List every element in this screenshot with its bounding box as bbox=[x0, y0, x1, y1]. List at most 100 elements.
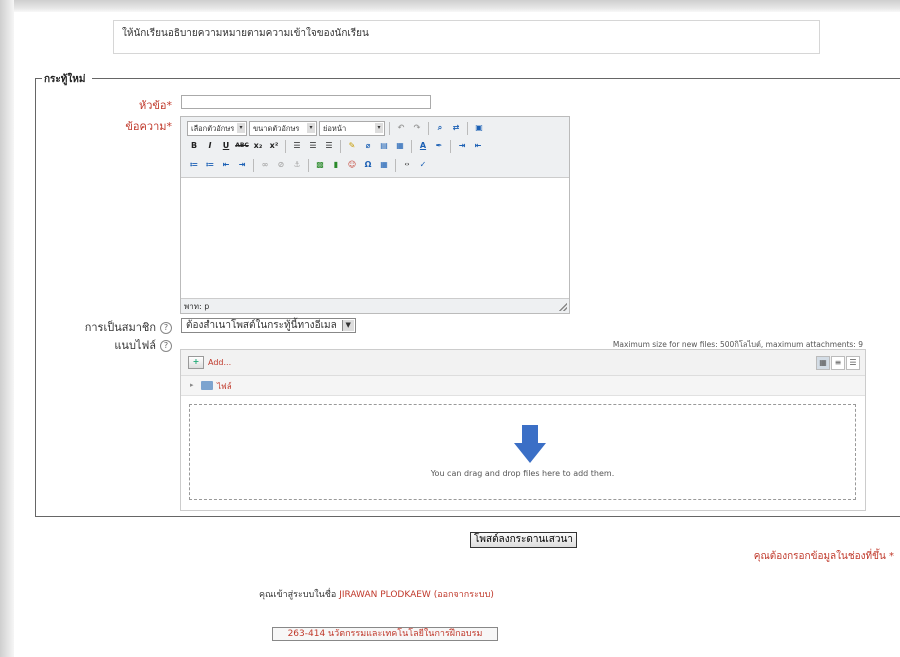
superscript-icon[interactable]: x² bbox=[267, 139, 281, 153]
resize-handle-icon[interactable] bbox=[559, 303, 567, 311]
bullet-list-icon[interactable]: ≔ bbox=[187, 158, 201, 172]
list-view-icon[interactable]: ≡ bbox=[831, 356, 845, 370]
file-drop-zone[interactable]: You can drag and drop files here to add … bbox=[189, 404, 856, 500]
help-icon[interactable]: ? bbox=[160, 340, 172, 352]
remove-format-icon[interactable]: ⌀ bbox=[361, 139, 375, 153]
replace-icon[interactable]: ⇄ bbox=[449, 121, 463, 135]
logout-link[interactable]: (ออกจากระบบ) bbox=[434, 590, 494, 600]
user-profile-link[interactable]: JIRAWAN PLODKAEW bbox=[339, 590, 431, 600]
required-mark: * bbox=[166, 120, 173, 133]
spellcheck-icon[interactable]: ✓ bbox=[416, 158, 430, 172]
subscription-label: การเป็นสมาชิก? bbox=[60, 318, 172, 336]
link-icon[interactable]: ∞ bbox=[258, 158, 272, 172]
format-select[interactable]: ย่อหน้า ▾ bbox=[319, 120, 385, 136]
fullscreen-icon[interactable]: ▣ bbox=[472, 121, 486, 135]
help-icon[interactable]: ? bbox=[160, 322, 172, 334]
message-label: ข้อความ* bbox=[100, 117, 172, 135]
toolbar-separator bbox=[389, 121, 390, 135]
editor-statusbar: พาท: p bbox=[181, 298, 569, 313]
file-picker-path: ▸ ไฟล์ bbox=[181, 376, 865, 396]
font-family-value: เลือกตัวอักษร bbox=[191, 123, 235, 133]
editor-toolbar-row-2: B I U ABC x₂ x² ☰ ☰ ☰ ✎ ⌀ ▤ ▦ A ✒ ⇥ ⇤ bbox=[187, 138, 485, 154]
subscription-value: ต้องสำเนาโพสต์ในกระทู้นี้ทางอีเมล bbox=[186, 320, 337, 331]
editor-toolbar: เลือกตัวอักษร ▾ ขนาดตัวอักษร ▾ ย่อหน้า ▾ ↶ … bbox=[181, 117, 569, 178]
toolbar-separator bbox=[428, 121, 429, 135]
chevron-down-icon: ▾ bbox=[375, 122, 383, 133]
chevron-right-icon: ▸ bbox=[190, 381, 194, 389]
rtl-icon[interactable]: ⇤ bbox=[471, 139, 485, 153]
course-home-button[interactable]: 263-414 นวัตกรรมและเทคโนโลยีในการฝึกอบรม bbox=[272, 627, 498, 641]
fieldset-border bbox=[35, 78, 42, 79]
file-picker: + Add... ▦ ≡ ☰ ▸ ไฟล์ You can drag and d… bbox=[180, 349, 866, 511]
underline-icon[interactable]: U bbox=[219, 139, 233, 153]
numbered-list-icon[interactable]: ≔ bbox=[203, 158, 217, 172]
folder-name-link[interactable]: ไฟล์ bbox=[217, 380, 232, 393]
special-char-icon[interactable]: Ω bbox=[361, 158, 375, 172]
strikethrough-icon[interactable]: ABC bbox=[235, 139, 249, 153]
toolbar-separator bbox=[411, 139, 412, 153]
italic-icon[interactable]: I bbox=[203, 139, 217, 153]
align-right-icon[interactable]: ☰ bbox=[322, 139, 336, 153]
subscription-select[interactable]: ต้องสำเนาโพสต์ในกระทู้นี้ทางอีเมล ▼ bbox=[181, 318, 356, 333]
bold-icon[interactable]: B bbox=[187, 139, 201, 153]
required-mark: * bbox=[166, 99, 173, 112]
toolbar-separator bbox=[285, 139, 286, 153]
add-file-button[interactable]: + Add... bbox=[188, 356, 231, 369]
window-frame-top bbox=[0, 0, 900, 12]
window-frame-left bbox=[0, 0, 14, 657]
html-icon[interactable]: ‹› bbox=[400, 158, 414, 172]
tree-view-icon[interactable]: ☰ bbox=[846, 356, 860, 370]
subject-input[interactable] bbox=[181, 95, 431, 109]
font-size-select[interactable]: ขนาดตัวอักษร ▾ bbox=[249, 120, 317, 136]
toolbar-separator bbox=[467, 121, 468, 135]
forum-intro-text: ให้นักเรียนอธิบายความหมายตามความเข้าใจขอ… bbox=[122, 28, 369, 39]
folder-icon bbox=[201, 381, 213, 390]
format-value: ย่อหน้า bbox=[323, 123, 347, 133]
post-to-forum-button[interactable]: โพสต์ลงกระดานเสวนา bbox=[470, 532, 577, 548]
anchor-icon[interactable]: ⚓ bbox=[290, 158, 304, 172]
image-icon[interactable]: ▩ bbox=[313, 158, 327, 172]
highlight-icon[interactable]: ✒ bbox=[432, 139, 446, 153]
down-arrow-icon bbox=[514, 425, 546, 463]
ltr-icon[interactable]: ⇥ bbox=[455, 139, 469, 153]
attachment-label-text: แนบไฟล์ bbox=[114, 339, 156, 352]
fieldset-border bbox=[92, 78, 900, 79]
required-fields-note: คุณต้องกรอกข้อมูลในช่องที่ขึ้น * bbox=[753, 551, 894, 562]
chevron-down-icon: ▼ bbox=[341, 320, 354, 331]
toolbar-separator bbox=[340, 139, 341, 153]
align-left-icon[interactable]: ☰ bbox=[290, 139, 304, 153]
file-picker-toolbar: + Add... ▦ ≡ ☰ bbox=[181, 350, 865, 376]
arrow-shape bbox=[514, 425, 546, 463]
outdent-icon[interactable]: ⇤ bbox=[219, 158, 233, 172]
table-icon[interactable]: ▦ bbox=[377, 158, 391, 172]
indent-icon[interactable]: ⇥ bbox=[235, 158, 249, 172]
unlink-icon[interactable]: ⊘ bbox=[274, 158, 288, 172]
subject-label: หัวข้อ* bbox=[100, 96, 172, 114]
message-label-text: ข้อความ bbox=[125, 120, 167, 133]
find-icon[interactable]: ⌕ bbox=[433, 121, 447, 135]
attachment-label: แนบไฟล์? bbox=[60, 336, 172, 354]
subscript-icon[interactable]: x₂ bbox=[251, 139, 265, 153]
redo-icon[interactable]: ↷ bbox=[410, 121, 424, 135]
message-editor[interactable]: เลือกตัวอักษร ▾ ขนาดตัวอักษร ▾ ย่อหน้า ▾ ↶ … bbox=[180, 116, 570, 314]
toolbar-separator bbox=[308, 158, 309, 172]
font-family-select[interactable]: เลือกตัวอักษร ▾ bbox=[187, 120, 247, 136]
text-color-icon[interactable]: A bbox=[416, 139, 430, 153]
clean-icon[interactable]: ✎ bbox=[345, 139, 359, 153]
toolbar-separator bbox=[253, 158, 254, 172]
smiley-icon[interactable]: ☺ bbox=[345, 158, 359, 172]
paste-word-icon[interactable]: ▦ bbox=[393, 139, 407, 153]
add-file-icon: + bbox=[188, 356, 204, 369]
chevron-down-icon: ▾ bbox=[237, 122, 245, 133]
view-toggle: ▦ ≡ ☰ bbox=[816, 356, 860, 370]
align-center-icon[interactable]: ☰ bbox=[306, 139, 320, 153]
add-file-label: Add... bbox=[208, 358, 232, 367]
paste-text-icon[interactable]: ▤ bbox=[377, 139, 391, 153]
media-icon[interactable]: ▮ bbox=[329, 158, 343, 172]
fieldset-border bbox=[35, 516, 900, 517]
subscription-label-text: การเป็นสมาชิก bbox=[84, 321, 156, 334]
undo-icon[interactable]: ↶ bbox=[394, 121, 408, 135]
login-info: คุณเข้าสู่ระบบในชื่อ JIRAWAN PLODKAEW (อ… bbox=[259, 587, 494, 601]
drop-zone-text: You can drag and drop files here to add … bbox=[430, 469, 615, 478]
icon-view-icon[interactable]: ▦ bbox=[816, 356, 830, 370]
